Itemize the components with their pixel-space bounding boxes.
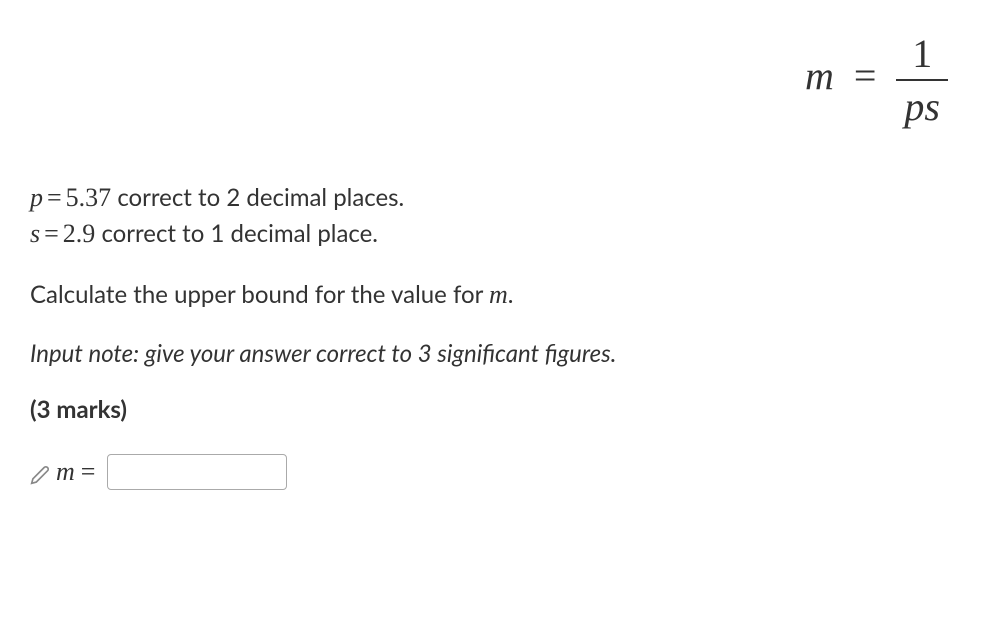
- p-description: correct to 2 decimal places.: [111, 183, 404, 212]
- formula-equals: =: [854, 53, 877, 98]
- s-value: 2.9: [63, 219, 96, 248]
- answer-variable: m: [56, 457, 75, 487]
- answer-equals: =: [81, 457, 96, 487]
- given-s-line: s=2.9 correct to 1 decimal place.: [30, 216, 968, 252]
- formula-fraction: 1 ps: [896, 30, 948, 130]
- question-text: Calculate the upper bound for the value …: [30, 277, 968, 313]
- question-suffix: .: [508, 280, 514, 309]
- marks-label: (3 marks): [30, 395, 968, 424]
- input-note: Input note: give your answer correct to …: [30, 337, 968, 371]
- question-prefix: Calculate the upper bound for the value …: [30, 280, 489, 309]
- formula-numerator: 1: [896, 30, 948, 81]
- question-var: m: [489, 280, 508, 309]
- answer-input[interactable]: [107, 454, 287, 490]
- s-description: correct to 1 decimal place.: [95, 219, 378, 248]
- formula-expression: m = 1 ps: [805, 30, 948, 130]
- given-p-line: p=5.37 correct to 2 decimal places.: [30, 180, 968, 216]
- formula-display: m = 1 ps: [30, 30, 968, 130]
- answer-row: m =: [30, 454, 968, 490]
- s-variable: s: [30, 219, 40, 248]
- s-equals: =: [44, 219, 59, 248]
- p-equals: =: [47, 183, 62, 212]
- formula-denominator: ps: [896, 81, 948, 130]
- pencil-icon: [30, 462, 50, 482]
- formula-lhs: m: [805, 53, 834, 98]
- p-value: 5.37: [66, 183, 112, 212]
- given-values: p=5.37 correct to 2 decimal places. s=2.…: [30, 180, 968, 253]
- p-variable: p: [30, 183, 43, 212]
